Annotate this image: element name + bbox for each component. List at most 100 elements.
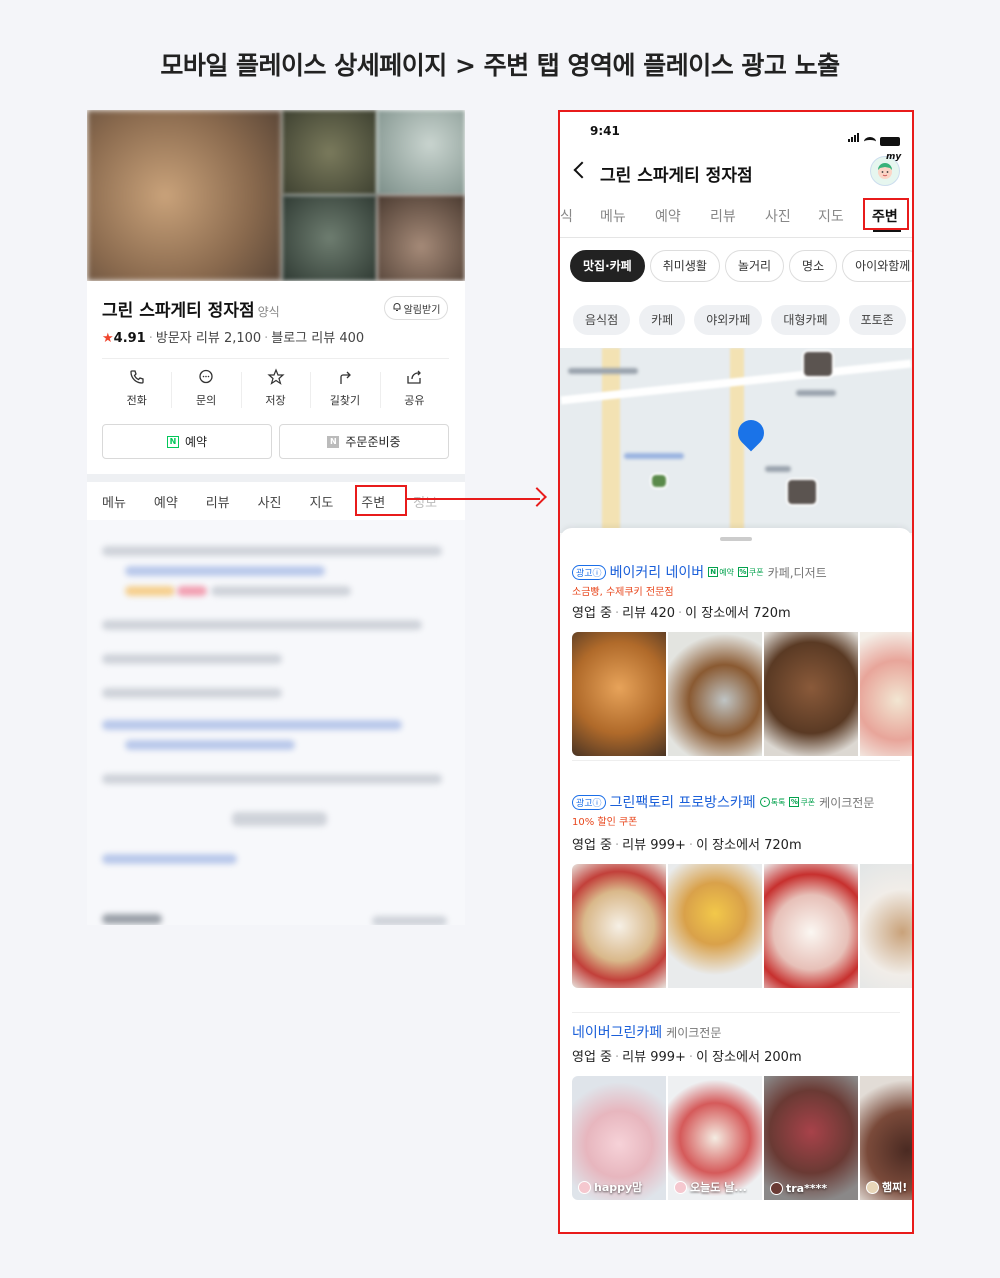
rating-row: ★4.91 · 방문자 리뷰 2,100 · 블로그 리뷰 400	[102, 331, 365, 346]
user-avatar	[674, 1180, 687, 1194]
place-meta: 영업 중 · 리뷰 999+ · 이 장소에서 200m	[572, 1050, 802, 1065]
photo-cake-slices: 오늘도 날...	[668, 1076, 762, 1200]
signal-icon	[848, 127, 860, 146]
blog-reviews-link[interactable]: 블로그 리뷰 400	[271, 331, 364, 346]
nearby-map[interactable]	[560, 348, 912, 533]
photo-pretzel	[668, 632, 762, 756]
hero-photo-grid[interactable]	[87, 110, 465, 281]
reserve-tag: N 예약	[708, 567, 734, 578]
reserve-button[interactable]: N 예약	[102, 424, 272, 459]
alert-button[interactable]: 알림받기	[384, 296, 448, 320]
star-icon: ★	[102, 331, 114, 346]
chip-photo-zone[interactable]: 포토존	[848, 305, 906, 335]
tab-photo[interactable]: 사진	[258, 492, 310, 511]
nearby-tab-highlight	[355, 485, 407, 516]
tab-review[interactable]: 리뷰	[206, 492, 258, 511]
share-icon	[407, 370, 422, 384]
order-button[interactable]: N 주문준비중	[279, 424, 449, 459]
sheet-handle[interactable]	[720, 537, 752, 541]
directions-arrow-icon	[340, 371, 351, 384]
photo-bread-loaf	[764, 632, 858, 756]
photo-chocolate-cake: tra****	[764, 1076, 858, 1200]
photo-cupcake: happy맘	[572, 1076, 666, 1200]
back-icon[interactable]	[573, 161, 591, 179]
directions-button[interactable]: 길찾기	[310, 368, 379, 418]
active-tab-indicator	[873, 230, 901, 232]
tab-map[interactable]: 지도	[818, 206, 844, 226]
tab-info[interactable]: 정보	[413, 492, 465, 511]
chip-with-kids[interactable]: 아이와함께	[842, 250, 912, 282]
coupon-percent-icon: %	[789, 797, 800, 807]
chip-outdoor-cafe[interactable]: 야외카페	[694, 305, 763, 335]
visitor-reviews-link[interactable]: 방문자 리뷰 2,100	[156, 331, 261, 346]
share-button[interactable]: 공유	[379, 368, 449, 418]
photo-dessert-plate: 햄찌!	[860, 1076, 912, 1200]
store-name: 그린 스파게티 정자점 양식	[102, 301, 280, 321]
chip-restaurant[interactable]: 음식점	[573, 305, 631, 335]
photo-strawberry-cake	[860, 632, 912, 756]
place-meta: 영업 중 · 리뷰 420 · 이 장소에서 720m	[572, 606, 791, 621]
store-category: 양식	[257, 305, 280, 319]
naver-n-icon: N	[708, 567, 719, 577]
rating-score: 4.91	[113, 331, 146, 346]
photo-crepe	[572, 864, 666, 988]
nav-title: 그린 스파게티 정자점	[600, 166, 753, 186]
photo-strip[interactable]	[572, 864, 912, 988]
phone-icon	[130, 370, 144, 384]
tab-partial[interactable]: 식	[560, 206, 573, 226]
blurred-info-section	[87, 520, 465, 925]
save-button[interactable]: 저장	[240, 368, 310, 418]
my-tag: my	[886, 152, 902, 162]
place-name[interactable]: 그린팩토리 프로방스카페	[610, 792, 756, 812]
place-detail-screen: 그린 스파게티 정자점 양식 알림받기 ★4.91 · 방문자 리뷰 2,100 · 블로…	[87, 110, 465, 925]
place-name[interactable]: 베이커리 네이버	[610, 562, 705, 582]
place-name[interactable]: 네이버그린카페	[572, 1022, 662, 1042]
photo-strip[interactable]: happy맘 오늘도 날... tra**** 햄찌!	[572, 1076, 912, 1200]
action-bar: 전화 문의 저장 길찾기 공유	[102, 368, 449, 418]
chip-attraction[interactable]: 명소	[789, 250, 838, 282]
call-button[interactable]: 전화	[102, 368, 171, 418]
primary-filter-chips: 맛집·카페 취미생활 놀거리 명소 아이와함께	[570, 250, 912, 282]
place-category: 케이크전문	[819, 795, 875, 810]
user-avatar	[866, 1180, 879, 1194]
photo-caption: 햄찌!	[866, 1179, 907, 1195]
tab-photo[interactable]: 사진	[765, 206, 791, 226]
inquiry-button[interactable]: 문의	[171, 368, 240, 418]
user-avatar	[770, 1182, 783, 1195]
tab-review[interactable]: 리뷰	[710, 206, 736, 226]
chip-large-cafe[interactable]: 대형카페	[771, 305, 840, 335]
tab-reserve[interactable]: 예약	[154, 492, 206, 511]
nearby-tab-highlight	[863, 198, 909, 230]
status-time: 9:41	[590, 124, 620, 138]
nav-bar: 그린 스파게티 정자점 my	[560, 152, 912, 188]
nearby-list-sheet: 광고ⓘ 베이커리 네이버 N 예약 % 쿠폰 카페,디저트 소금빵, 수제쿠키 전문…	[560, 528, 912, 1232]
tab-map[interactable]: 지도	[309, 492, 361, 511]
coupon-tag: % 쿠폰	[789, 797, 816, 807]
chat-icon: ·	[759, 797, 770, 807]
chip-food-cafe[interactable]: 맛집·카페	[570, 250, 645, 282]
place-meta: 영업 중 · 리뷰 999+ · 이 장소에서 720m	[572, 838, 802, 853]
status-bar: 9:41	[560, 124, 912, 146]
photo-caption: 오늘도 날...	[674, 1179, 747, 1195]
chip-hobby[interactable]: 취미생활	[649, 250, 720, 282]
coupon-percent-icon: %	[737, 567, 748, 577]
battery-icon	[880, 137, 900, 146]
photo-strip[interactable]	[572, 632, 912, 756]
naver-reserve-icon: N	[166, 435, 179, 448]
arrow-head-icon	[527, 487, 547, 507]
photo-tarts	[668, 864, 762, 988]
tab-menu[interactable]: 메뉴	[102, 492, 154, 511]
left-tab-bar: 메뉴 예약 리뷰 사진 지도 주변 정보	[87, 482, 465, 520]
ad-badge[interactable]: 광고ⓘ	[572, 564, 606, 580]
photo-caption: tra****	[770, 1182, 827, 1195]
chip-play[interactable]: 놀거리	[724, 250, 785, 282]
right-tab-bar: 식 메뉴 예약 리뷰 사진 지도 주변	[560, 206, 912, 238]
chip-cafe[interactable]: 카페	[639, 305, 686, 335]
ad-badge[interactable]: 광고ⓘ	[572, 794, 606, 810]
tab-reserve[interactable]: 예약	[655, 206, 681, 226]
promo-text: 10% 할인 쿠폰	[572, 817, 638, 828]
photo-croissant	[572, 632, 666, 756]
tab-menu[interactable]: 메뉴	[600, 206, 626, 226]
coupon-tag: % 쿠폰	[737, 567, 764, 577]
wifi-icon	[864, 137, 876, 146]
